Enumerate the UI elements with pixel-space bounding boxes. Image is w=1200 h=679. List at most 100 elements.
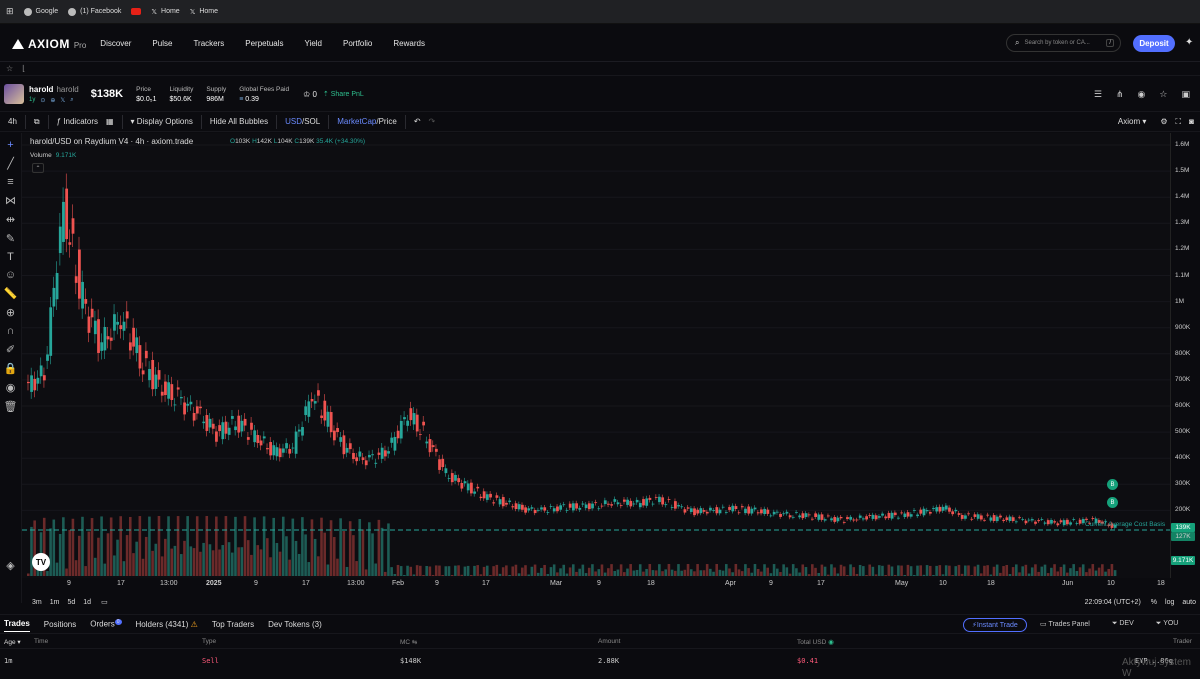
hide-bubbles-button[interactable]: Hide All Bubbles — [210, 117, 268, 126]
pencil-lock-icon[interactable]: ✐ — [6, 343, 15, 356]
tab-top-traders[interactable]: Top Traders — [212, 620, 254, 629]
buy-bubble[interactable]: B — [1107, 497, 1118, 508]
token-avatar[interactable] — [4, 84, 24, 104]
fib-icon[interactable]: ≡ — [7, 176, 13, 188]
tab-positions[interactable]: Positions — [44, 620, 76, 629]
bookmark-facebook[interactable]: (1) Facebook — [68, 7, 121, 16]
wallet-icon[interactable]: ▣ — [1181, 89, 1190, 100]
text-icon[interactable]: T — [7, 251, 14, 263]
candle — [71, 218, 75, 234]
fullscreen-icon[interactable]: ⛶ — [1176, 117, 1182, 127]
volume-bar — [747, 568, 750, 576]
chart-icon[interactable]: ⌊ — [22, 64, 25, 73]
emoji-icon[interactable]: ☺ — [5, 269, 16, 281]
share-icon[interactable]: ⋔ — [1116, 89, 1124, 100]
candle — [195, 406, 199, 414]
tradingview-logo[interactable]: TV — [32, 553, 50, 571]
range-5d[interactable]: 5d — [67, 599, 75, 606]
calendar-icon[interactable]: ▭ — [101, 598, 108, 606]
deposit-button[interactable]: Deposit — [1133, 35, 1175, 52]
search-input[interactable]: ⌕ Search by token or CA... / — [1006, 34, 1121, 52]
nav-yield[interactable]: Yield — [305, 39, 323, 48]
nav-portfolio[interactable]: Portfolio — [343, 39, 372, 48]
col-age[interactable]: Age ▾ — [4, 638, 21, 646]
interval-selector[interactable]: 4h — [8, 117, 17, 126]
trend-line-icon[interactable]: ╱ — [7, 157, 14, 170]
link-icon[interactable]: ⊙ — [40, 97, 45, 104]
nav-trackers[interactable]: Trackers — [193, 39, 224, 48]
scale-percent[interactable]: % — [1151, 599, 1157, 606]
ruler-icon[interactable]: 📏 — [4, 287, 18, 300]
volume-bar — [629, 564, 632, 576]
volume-bar — [90, 518, 94, 576]
tab-trades[interactable]: Trades — [4, 619, 30, 632]
bookmark-google[interactable]: Google — [23, 7, 58, 16]
col-mc[interactable]: MC ⇆ — [400, 638, 417, 646]
redo-icon[interactable]: ↷ — [429, 117, 436, 126]
pattern-icon[interactable]: ⋈ — [5, 194, 16, 207]
you-filter[interactable]: ⏷ YOU — [1156, 620, 1179, 628]
axiom-logo[interactable]: AXIOM Pro — [12, 37, 86, 51]
instant-trade-button[interactable]: ⚡ Instant Trade — [963, 618, 1027, 632]
tab-holders[interactable]: Holders (4341) ⚠ — [136, 620, 198, 629]
star-icon[interactable]: ☆ — [1159, 89, 1167, 100]
scale-auto[interactable]: auto — [1182, 599, 1196, 606]
apps-icon[interactable]: ⊞ — [6, 6, 14, 17]
trash-icon[interactable]: 🗑 — [4, 400, 18, 413]
eye-icon[interactable]: ◉ — [1138, 89, 1146, 100]
candle — [291, 447, 295, 449]
price-chart[interactable]: harold/USD on Raydium V4 · 4h · axiom.tr… — [22, 133, 1170, 578]
nav-rewards[interactable]: Rewards — [393, 39, 425, 48]
measure-icon[interactable]: ⇹ — [6, 213, 15, 226]
settings-icon[interactable]: ⚙ — [1160, 117, 1167, 126]
trades-panel-button[interactable]: ▭ Trades Panel — [1040, 620, 1090, 628]
list-icon[interactable]: ☰ — [1094, 89, 1102, 100]
layers-icon[interactable]: ◈ — [6, 559, 14, 572]
table-row[interactable]: 1m Sell $148K 2.88K $0.41 EYP...86g — [0, 654, 1200, 672]
nav-discover[interactable]: Discover — [100, 39, 131, 48]
undo-icon[interactable]: ↶ — [414, 117, 421, 126]
indicators-button[interactable]: ƒ Indicators — [57, 117, 98, 126]
magnet-icon[interactable]: ∩ — [7, 325, 15, 337]
lock-icon[interactable]: 🔒 — [4, 362, 18, 375]
web-icon[interactable]: ⊕ — [50, 97, 55, 104]
range-1m[interactable]: 1m — [50, 599, 60, 606]
buy-bubble[interactable]: B — [1107, 479, 1118, 490]
bookmark-x-home-2[interactable]: 𝕏 Home — [190, 8, 218, 16]
y-tick-label: 1.4M — [1175, 193, 1190, 201]
display-options-button[interactable]: ▾ Display Options — [131, 117, 193, 126]
layout-icon[interactable]: ▦ — [106, 117, 114, 126]
range-3m[interactable]: 3m — [32, 599, 42, 606]
x-icon[interactable]: 𝕏 — [60, 97, 65, 104]
currency-toggle[interactable]: USD/SOL — [285, 117, 320, 126]
tab-dev-tokens[interactable]: Dev Tokens (3) — [268, 620, 322, 629]
col-time[interactable]: Time — [34, 638, 48, 645]
scale-log[interactable]: log — [1165, 599, 1174, 606]
eye-icon[interactable]: ◉ — [6, 381, 16, 394]
collapse-legend-button[interactable]: ⌃ — [32, 163, 44, 173]
nav-pulse[interactable]: Pulse — [152, 39, 172, 48]
crosshair-icon[interactable]: + — [7, 139, 13, 151]
share-pnl-button[interactable]: ⇡ Share PnL — [323, 90, 364, 98]
camera-icon[interactable]: ◙ — [1189, 117, 1194, 126]
brush-icon[interactable]: ✎ — [6, 232, 15, 245]
bookmark-x-home[interactable]: 𝕏 Home — [151, 8, 179, 16]
gift-icon[interactable]: ✦ — [1185, 37, 1193, 48]
zoom-icon[interactable]: ⊕ — [6, 306, 15, 319]
range-1d[interactable]: 1d — [83, 599, 91, 606]
nav-perpetuals[interactable]: Perpetuals — [245, 39, 283, 48]
candle-type-icon[interactable]: ⧉ — [34, 117, 40, 127]
theme-selector[interactable]: Axiom ▾ — [1118, 117, 1146, 126]
col-total[interactable]: Total USD ◉ — [797, 638, 834, 646]
mode-toggle[interactable]: MarketCap/Price — [337, 117, 397, 126]
star-icon[interactable]: ☆ — [6, 64, 13, 73]
price-axis[interactable]: 139K 127K 9.171K 1.6M 1.5M 1.4M 1.3M 1.2M 1.1… — [1170, 133, 1200, 578]
volume-bar — [211, 550, 215, 576]
search-icon[interactable]: ⌕ — [70, 97, 73, 104]
time-axis[interactable]: 9 17 13:00 2025 9 17 13:00 Feb 9 17 Mar 9 18 Apr 9 17 Ma… — [22, 578, 1170, 592]
bookmark-youtube[interactable] — [131, 8, 142, 15]
tab-orders[interactable]: Orders 0 — [90, 619, 122, 629]
volume-bar — [170, 548, 174, 576]
dev-filter[interactable]: ⏷ DEV — [1112, 620, 1134, 628]
candle — [275, 447, 279, 457]
